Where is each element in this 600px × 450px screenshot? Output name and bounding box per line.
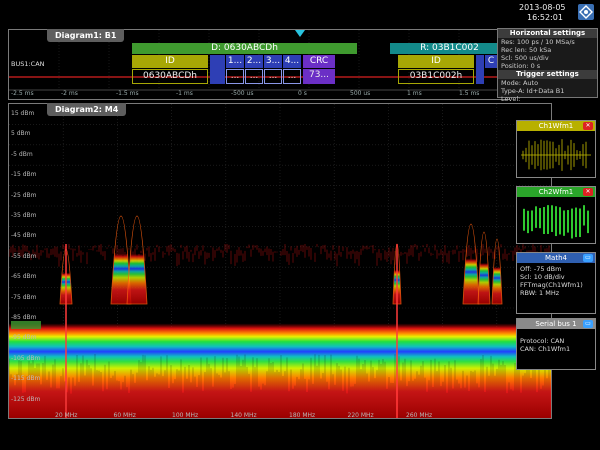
hs-resolution: Res: 100 ps / 10 MSa/s	[501, 38, 575, 46]
math4-function: FFTmag(Ch1Wfm1)	[520, 281, 583, 289]
serial-title: Serial bus 1	[535, 320, 577, 328]
trigger-type: Type-A: Id+Data B1	[501, 87, 565, 95]
y-tick-label: 5 dBm	[11, 130, 31, 138]
frame1-data3-label: 3...	[264, 55, 282, 68]
y-tick-label: -115 dBm	[11, 375, 41, 383]
y-tick-label: -95 dBm	[11, 334, 37, 342]
time-label: 16:52:01	[527, 13, 563, 22]
math4-offset: Off: -75 dBm	[520, 265, 562, 273]
frame1-id-value: 0630ABCDh	[132, 69, 208, 84]
ch1-title: Ch1Wfm1	[538, 122, 574, 130]
frame1-crc-value: 73...	[303, 69, 335, 84]
frame2-tail-label: C	[485, 55, 497, 68]
y-tick-label: -35 dBm	[11, 212, 37, 219]
can-frame-1[interactable]: D: 0630ABCDh ID 0630ABCDh 1... 2... 3...…	[132, 43, 357, 85]
x-tick-label: 180 MHz	[289, 412, 316, 419]
hs-scale: Scl: 500 us/div	[501, 54, 549, 62]
close-icon[interactable]: ✕	[583, 122, 593, 130]
y-tick-label: -15 dBm	[11, 171, 37, 179]
trigger-mode: Mode: Auto	[501, 79, 539, 87]
serial-protocol: Protocol: CAN	[520, 337, 565, 345]
frame1-data4-value: ...	[283, 69, 301, 84]
time-tick: -1.5 ms	[116, 90, 139, 97]
rs-logo-icon[interactable]	[578, 4, 594, 20]
reference-marker[interactable]	[11, 321, 41, 329]
bus-label: BUS1:CAN	[11, 60, 45, 68]
frame2-id-label: ID	[398, 55, 474, 68]
y-tick-label: -105 dBm	[11, 354, 41, 362]
ch2-waveform	[523, 205, 589, 239]
trigger-marker-icon[interactable]	[295, 30, 305, 37]
frame2-header: R: 03B1C002	[390, 43, 509, 54]
frame1-data3-value: ...	[264, 69, 282, 84]
y-tick-label: -25 dBm	[11, 191, 37, 199]
hs-record-length: Rec len: 50 kSa	[501, 46, 552, 54]
frame2-ctrl-field	[476, 55, 484, 84]
frame1-data2-value: ...	[245, 69, 263, 84]
math4-title: Math4	[545, 254, 567, 262]
ch1-waveform	[521, 139, 591, 171]
math4-header: Math4 ▭	[517, 253, 595, 263]
hs-position: Position: 0 s	[501, 62, 541, 70]
time-tick: -2 ms	[61, 90, 78, 97]
y-tick-label: -55 dBm	[11, 252, 37, 260]
y-tick-label: -65 dBm	[11, 273, 37, 281]
time-tick: 1.5 ms	[459, 90, 480, 97]
y-tick-label: -5 dBm	[11, 150, 33, 158]
serial-bus-panel[interactable]: Serial bus 1 ▭ Protocol: CAN CAN: Ch1Wfm…	[516, 318, 596, 370]
ch1-thumbnail-panel[interactable]: Ch1Wfm1 ✕	[516, 120, 596, 178]
frame1-data2-label: 2...	[245, 55, 263, 68]
frame1-header: D: 0630ABCDh	[132, 43, 357, 54]
diagram2-title: Diagram2: M4	[47, 103, 127, 116]
spectrum-display	[9, 104, 551, 418]
panel-menu-icon[interactable]: ▭	[583, 320, 593, 328]
time-tick: 1 ms	[407, 90, 422, 97]
y-tick-label: -45 dBm	[11, 232, 37, 240]
math4-rbw: RBW: 1 MHz	[520, 289, 560, 297]
frame1-data1-label: 1...	[226, 55, 244, 68]
ch2-header: Ch2Wfm1 ✕	[517, 187, 595, 197]
date-label: 2013-08-05	[519, 3, 566, 12]
ch2-title: Ch2Wfm1	[538, 188, 574, 196]
can-frame-2[interactable]: R: 03B1C002 ID 03B1C002h C	[390, 43, 509, 85]
y-tick-label: -75 dBm	[11, 293, 37, 301]
serial-source: CAN: Ch1Wfm1	[520, 345, 571, 353]
diagram1-panel[interactable]: Diagram1: B1 BUS1:CAN D: 0630ABCDh ID 06…	[8, 29, 510, 100]
frame1-data1-value: ...	[226, 69, 244, 84]
ch2-thumbnail-panel[interactable]: Ch2Wfm1 ✕	[516, 186, 596, 244]
frame1-ctrl-field	[210, 55, 225, 84]
trigger-level: Level:	[501, 95, 521, 103]
y-tick-label: -125 dBm	[11, 395, 41, 403]
close-icon[interactable]: ✕	[583, 188, 593, 196]
x-tick-label: 140 MHz	[230, 412, 257, 419]
x-tick-label: 260 MHz	[406, 412, 433, 419]
diagram2-panel[interactable]: Diagram2: M4 15 dBm 5 dBm -5 dBm -15 dBm -25…	[8, 103, 552, 419]
math4-scale: Scl: 10 dB/div	[520, 273, 565, 281]
frame1-id-label: ID	[132, 55, 208, 68]
y-tick-label: 15 dBm	[11, 110, 35, 117]
frame2-id-value: 03B1C002h	[398, 69, 474, 84]
frame1-crc-label: CRC	[303, 55, 335, 68]
frame1-data4-label: 4...	[283, 55, 301, 68]
time-tick: -500 us	[231, 90, 254, 97]
ch1-header: Ch1Wfm1 ✕	[517, 121, 595, 131]
time-tick: 0 s	[298, 90, 307, 97]
x-tick-label: 100 MHz	[172, 412, 199, 419]
x-tick-label: 220 MHz	[347, 412, 374, 419]
time-tick: -2.5 ms	[11, 90, 34, 97]
y-tick-label: -85 dBm	[11, 314, 37, 321]
trigger-settings-title: Trigger settings	[498, 70, 597, 79]
time-tick: -1 ms	[176, 90, 193, 97]
panel-menu-icon[interactable]: ▭	[583, 254, 593, 262]
horizontal-settings-box[interactable]: Horizontal settings Res: 100 ps / 10 MSa…	[497, 28, 598, 103]
serial-header: Serial bus 1 ▭	[517, 319, 595, 329]
math4-panel[interactable]: Math4 ▭ Off: -75 dBm Scl: 10 dB/div FFTm…	[516, 252, 596, 314]
x-tick-label: 20 MHz	[55, 412, 78, 419]
x-tick-label: 60 MHz	[113, 412, 136, 419]
time-tick: 500 us	[350, 90, 371, 97]
horizontal-settings-title: Horizontal settings	[498, 29, 597, 38]
